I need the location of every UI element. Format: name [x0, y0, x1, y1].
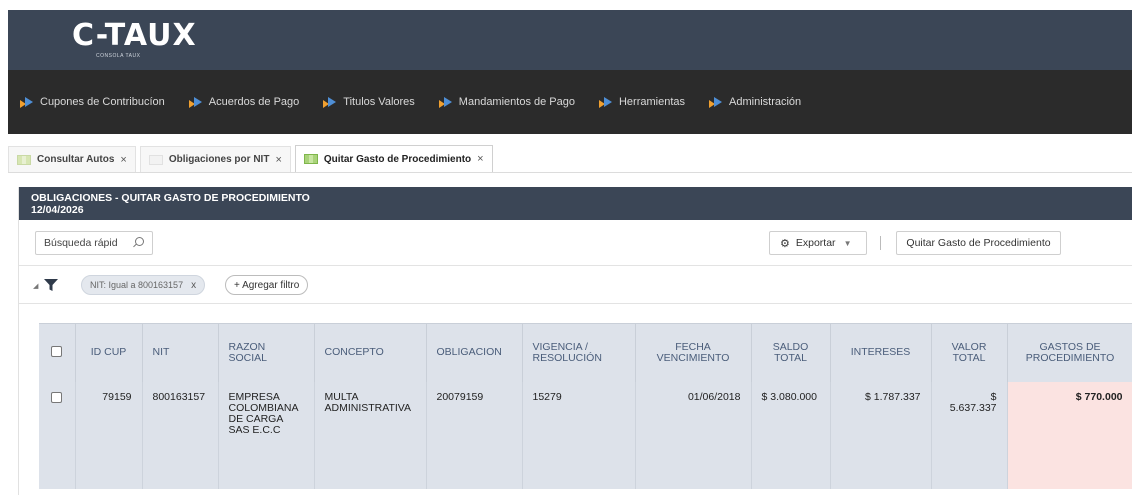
row-checkbox[interactable] — [51, 391, 63, 403]
column-header-obligacion[interactable]: OBLIGACION — [426, 323, 523, 382]
nav-item-label: Mandamientos de Pago — [458, 96, 575, 108]
filter-icon[interactable] — [44, 278, 58, 292]
search-input[interactable]: Búsqueda rápid — [35, 231, 153, 255]
logo-subtitle: CONSOLA TAUX — [96, 53, 141, 59]
chevron-down-icon: ▼ — [843, 238, 852, 248]
column-header-intereses[interactable]: INTERESES — [830, 323, 932, 382]
collapse-icon[interactable]: ◢ — [33, 282, 38, 290]
tab-obligaciones-nit[interactable]: Obligaciones por NIT × — [139, 146, 291, 172]
cell-nit: 800163157 — [142, 381, 219, 489]
arrow-icon — [188, 97, 203, 108]
main-nav: Cupones de Contribucíon Acuerdos de Pago… — [8, 70, 1132, 134]
cell-gastos: $ 770.000 — [1007, 381, 1132, 489]
panel-date: 12/04/2026 — [31, 204, 84, 216]
cell-valor-total: $ 5.637.337 — [931, 381, 1008, 489]
nav-item-herramientas[interactable]: Herramientas — [598, 96, 686, 108]
select-all-cell — [39, 323, 76, 382]
cell-saldo-total: $ 3.080.000 — [751, 381, 831, 489]
cell-id-cup: 79159 — [75, 381, 143, 489]
nav-item-label: Cupones de Contribucíon — [40, 96, 165, 108]
grid-icon — [17, 154, 31, 165]
nav-item-label: Titulos Valores — [343, 96, 415, 108]
arrow-icon — [598, 97, 613, 108]
cell-obligacion: 20079159 — [426, 381, 523, 489]
arrow-icon — [709, 97, 723, 108]
filter-chip-label: NIT: Igual a 800163157 — [90, 280, 184, 290]
close-icon[interactable]: × — [275, 154, 281, 166]
nav-item-titulos[interactable]: Titulos Valores — [323, 96, 415, 108]
nav-item-mandamientos[interactable]: Mandamientos de Pago — [438, 96, 575, 108]
arrow-icon — [20, 97, 34, 108]
column-header-saldo-total[interactable]: SALDO TOTAL — [751, 323, 831, 382]
cell-vigencia: 15279 — [522, 381, 636, 489]
arrow-icon — [438, 97, 453, 108]
tab-strip: Consultar Autos × Obligaciones por NIT ×… — [8, 145, 1132, 173]
column-header-vigencia[interactable]: VIGENCIA / RESOLUCIÓN — [522, 323, 636, 382]
export-button[interactable]: ⚙ Exportar ▼ — [769, 231, 867, 255]
add-filter-button[interactable]: + Agregar filtro — [225, 275, 309, 295]
remove-filter-icon[interactable]: x — [191, 280, 196, 291]
logo-text: C-TAUX — [72, 18, 197, 53]
arrow-icon — [323, 97, 337, 108]
filter-chip[interactable]: NIT: Igual a 800163157 x — [81, 275, 206, 295]
column-header-id-cup[interactable]: ID CUP — [75, 323, 143, 382]
content-panel: OBLIGACIONES - QUITAR GASTO DE PROCEDIMI… — [18, 187, 1132, 495]
cell-razon-social: EMPRESA COLOMBIANA DE CARGA SAS E.C.C — [218, 381, 315, 489]
tab-quitar-gasto[interactable]: Quitar Gasto de Procedimiento × — [294, 145, 493, 172]
column-header-fecha-vencimiento[interactable]: FECHA VENCIMIENTO — [635, 323, 752, 382]
cell-fecha-vencimiento: 01/06/2018 — [635, 381, 752, 489]
column-header-valor-total[interactable]: VALOR TOTAL — [931, 323, 1008, 382]
nav-item-cupones[interactable]: Cupones de Contribucíon — [20, 96, 165, 108]
panel-header: OBLIGACIONES - QUITAR GASTO DE PROCEDIMI… — [19, 187, 1132, 220]
filter-bar: ◢ NIT: Igual a 800163157 x + Agregar fil… — [19, 266, 1132, 304]
cell-intereses: $ 1.787.337 — [830, 381, 932, 489]
app-header: C-TAUX CONSOLA TAUX — [8, 10, 1132, 70]
table-row[interactable]: 79159 800163157 EMPRESA COLOMBIANA DE CA… — [39, 381, 1132, 489]
tab-consultar-autos[interactable]: Consultar Autos × — [8, 146, 136, 172]
obligations-table: ID CUP NIT RAZON SOCIAL CONCEPTO OBLIGAC… — [39, 323, 1132, 489]
table-header-row: ID CUP NIT RAZON SOCIAL CONCEPTO OBLIGAC… — [39, 323, 1132, 382]
gear-icon: ⚙ — [780, 237, 790, 250]
select-all-checkbox[interactable] — [51, 345, 63, 357]
panel-title: OBLIGACIONES - QUITAR GASTO DE PROCEDIMI… — [31, 192, 310, 204]
grid-icon — [303, 154, 318, 164]
tab-label: Consultar Autos — [37, 154, 115, 165]
nav-item-label: Administración — [729, 96, 802, 108]
row-select-cell — [39, 381, 76, 489]
document-icon — [148, 154, 163, 165]
column-header-nit[interactable]: NIT — [142, 323, 219, 382]
export-label: Exportar — [795, 237, 836, 249]
toolbar: Búsqueda rápid ⚙ Exportar ▼ Quitar Gasto… — [19, 220, 1132, 266]
toolbar-divider — [880, 236, 881, 250]
nav-item-acuerdos[interactable]: Acuerdos de Pago — [188, 96, 300, 108]
close-icon[interactable]: × — [120, 154, 126, 166]
column-header-razon-social[interactable]: RAZON SOCIAL — [218, 323, 315, 382]
quitar-gasto-button[interactable]: Quitar Gasto de Procedimiento — [896, 231, 1061, 255]
tab-label: Obligaciones por NIT — [168, 154, 270, 165]
app-logo[interactable]: C-TAUX CONSOLA TAUX — [72, 18, 197, 60]
column-header-concepto[interactable]: CONCEPTO — [314, 323, 427, 382]
cell-concepto: MULTA ADMINISTRATIVA — [314, 381, 427, 489]
nav-item-administracion[interactable]: Administración — [709, 96, 801, 108]
close-icon[interactable]: × — [477, 153, 483, 165]
nav-item-label: Herramientas — [618, 96, 686, 108]
search-icon[interactable] — [132, 237, 144, 249]
column-header-gastos[interactable]: GASTOS DE PROCEDIMIENTO — [1007, 323, 1132, 382]
nav-item-label: Acuerdos de Pago — [208, 96, 300, 108]
search-placeholder: Búsqueda rápid — [44, 237, 118, 249]
tab-label: Quitar Gasto de Procedimiento — [323, 153, 472, 165]
